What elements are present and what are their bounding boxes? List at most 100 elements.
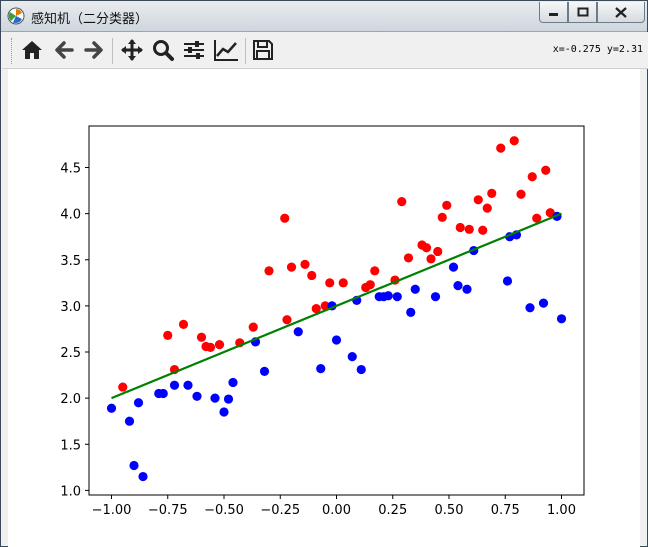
blue-data-point [106, 403, 117, 413]
blue-data-point [410, 284, 420, 294]
red-data-point [205, 342, 216, 352]
red-data-point [473, 195, 483, 205]
blue-data-point [347, 352, 357, 362]
red-data-point [516, 189, 526, 199]
blue-data-point [259, 366, 270, 376]
subplots-button[interactable] [180, 36, 208, 64]
red-data-point [421, 243, 432, 253]
x-tick-label: 1.00 [547, 503, 576, 518]
magnifier-icon [153, 40, 174, 61]
blue-data-point [129, 460, 139, 471]
blue-data-point [158, 388, 168, 399]
arrow-left-icon [55, 41, 74, 59]
edit-axis-button[interactable] [212, 36, 240, 64]
blue-data-point [124, 416, 135, 426]
red-data-point [196, 332, 207, 342]
x-tick-label: −0.50 [204, 503, 244, 518]
blue-data-point [210, 393, 220, 403]
red-data-point [509, 136, 519, 146]
save-button[interactable] [249, 36, 277, 64]
red-data-point [163, 330, 173, 341]
matplotlib-icon [7, 7, 25, 25]
blue-data-point [331, 335, 342, 345]
maximize-icon [577, 7, 588, 17]
window-controls [539, 2, 645, 24]
scatter-plot[interactable]: −1.00 −0.75 −0.50 −0.25 0.00 0.25 0.50 0.75 1.00… [8, 69, 640, 547]
x-tick-label: 0.50 [435, 503, 464, 518]
line-chart-icon [214, 40, 238, 61]
red-data-point [541, 165, 551, 175]
red-data-point [527, 172, 537, 182]
red-data-point [118, 382, 128, 392]
arrow-right-icon [84, 41, 103, 59]
blue-data-point [556, 314, 567, 324]
blue-data-point [430, 292, 441, 302]
red-data-point [397, 197, 407, 207]
red-data-point [403, 253, 414, 263]
red-data-point [307, 270, 317, 281]
blue-data-point [223, 394, 234, 404]
toolbar-separator [245, 38, 246, 64]
red-data-point [325, 278, 335, 288]
red-data-point [487, 188, 497, 198]
zoom-button[interactable] [149, 36, 177, 64]
y-tick-label: 4.0 [60, 208, 81, 223]
blue-data-point [383, 291, 393, 301]
blue-data-point [169, 380, 180, 390]
red-data-point [282, 315, 292, 325]
red-data-point [214, 340, 225, 350]
red-data-point [482, 203, 492, 213]
app-window: 感知机（二分类器） x=-0.275 y=2.31 −1.00 −0.75 −0… [0, 0, 648, 547]
red-data-point [464, 224, 474, 234]
blue-data-point [453, 280, 463, 291]
forward-button[interactable] [80, 36, 108, 64]
maximize-button[interactable] [568, 2, 597, 23]
y-tick-label: 2.5 [60, 346, 81, 361]
y-tick-label: 1.5 [60, 438, 81, 453]
blue-data-point [192, 391, 202, 401]
figure-canvas[interactable]: −1.00 −0.75 −0.50 −0.25 0.00 0.25 0.50 0.75 1.00… [8, 69, 640, 547]
axes-frame [88, 125, 585, 496]
blue-data-point [462, 284, 472, 294]
red-data-point [478, 225, 488, 235]
x-tick-label: 0.00 [322, 503, 351, 518]
blue-data-point [138, 471, 148, 482]
blue-data-point [183, 380, 193, 390]
coordinate-readout: x=-0.275 y=2.31 [552, 44, 643, 55]
blue-data-point [316, 364, 326, 374]
window-title: 感知机（二分类器） [31, 12, 149, 27]
red-data-point [433, 246, 443, 257]
toolbar: x=-0.275 y=2.31 [2, 32, 648, 69]
x-tick-label: −0.25 [260, 503, 300, 518]
move-icon [121, 39, 143, 61]
red-data-point [286, 262, 297, 272]
blue-data-point [356, 364, 366, 375]
sliders-icon [184, 41, 204, 59]
title-bar[interactable]: 感知机（二分类器） [1, 1, 647, 32]
y-tick-label: 1.0 [60, 484, 81, 499]
minimize-icon [548, 13, 558, 16]
x-tick-label: 0.25 [378, 503, 407, 518]
red-data-point [338, 278, 348, 288]
y-tick-label: 3.0 [60, 300, 81, 315]
blue-data-point [538, 298, 549, 308]
home-icon [22, 41, 42, 59]
blue-data-point [219, 407, 229, 417]
toolbar-grip[interactable] [11, 38, 14, 64]
toolbar-separator [112, 38, 113, 64]
blue-data-point [293, 327, 303, 337]
floppy-icon [253, 40, 273, 60]
x-tick-label: −0.75 [148, 503, 188, 518]
red-data-point [455, 222, 465, 233]
back-button[interactable] [50, 36, 78, 64]
red-data-point [437, 212, 447, 222]
home-button[interactable] [18, 36, 46, 64]
blue-data-point [392, 292, 402, 302]
red-data-point [365, 280, 375, 290]
close-button[interactable] [597, 2, 645, 23]
red-data-point [178, 319, 189, 329]
y-tick-label: 3.5 [60, 254, 81, 269]
red-data-point [426, 254, 436, 264]
minimize-button[interactable] [539, 2, 568, 23]
pan-button[interactable] [118, 36, 146, 64]
